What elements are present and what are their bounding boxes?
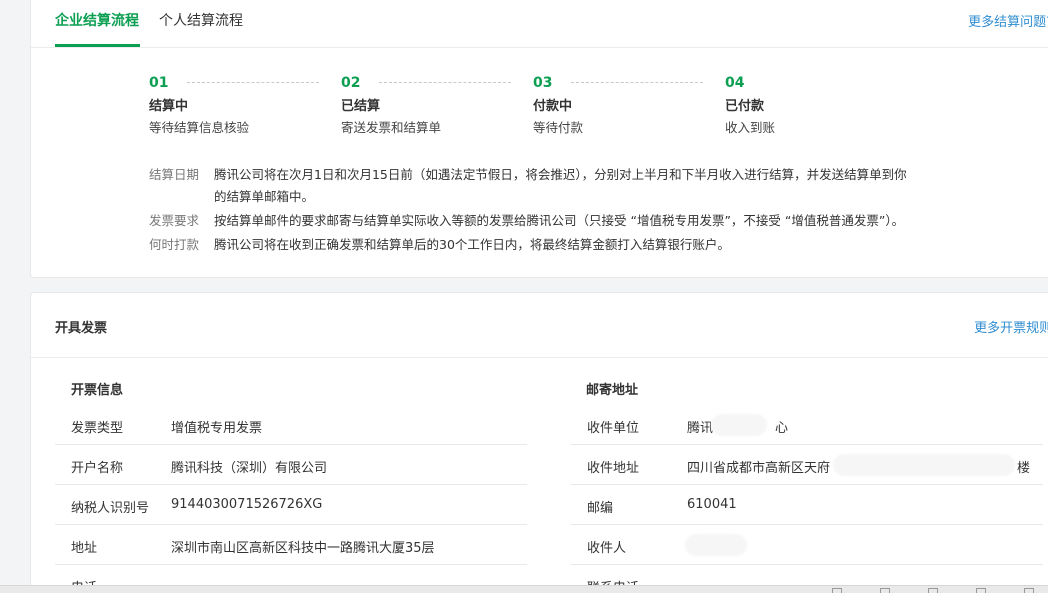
- row-value: 610041: [687, 497, 737, 512]
- step-description: 等待付款: [533, 120, 584, 135]
- table-row: 纳税人识别号 9144030071526726XG: [55, 485, 527, 525]
- step-connector: [571, 82, 703, 83]
- step-title: 付款中: [533, 99, 573, 114]
- table-row: 邮编 610041: [571, 485, 1043, 525]
- table-row: 收件地址 四川省成都市高新区天府 楼: [571, 445, 1043, 485]
- table-row: 收件人: [571, 525, 1043, 565]
- info-text: 腾讯公司将在次月1日和次月15日前（如遇法定节假日，将会推迟），分别对上半月和下…: [214, 167, 907, 182]
- active-tab-indicator: [55, 44, 140, 47]
- toolbar-icon[interactable]: [928, 588, 938, 593]
- row-key: 发票类型: [71, 421, 124, 436]
- toolbar-icon[interactable]: [880, 588, 890, 593]
- step-number: 01: [149, 75, 169, 91]
- step-description: 寄送发票和结算单: [341, 120, 442, 135]
- row-value: 深圳市南山区高新区科技中一路腾讯大厦35层: [171, 541, 435, 556]
- info-label: 何时打款: [149, 237, 200, 252]
- table-row: 地址 深圳市南山区高新区科技中一路腾讯大厦35层: [55, 525, 527, 565]
- section-title: 开具发票: [55, 321, 108, 336]
- row-key: 收件单位: [587, 421, 640, 436]
- table-row: 发票类型 增值税专用发票: [55, 405, 527, 445]
- settlement-tabs: 企业结算流程 个人结算流程 更多结算问题?: [31, 0, 1048, 48]
- more-invoice-rules-link[interactable]: 更多开票规则?: [974, 317, 1048, 336]
- info-label: 发票要求: [149, 213, 200, 228]
- step-title: 已付款: [725, 99, 765, 114]
- row-value: 9144030071526726XG: [171, 497, 323, 512]
- table-row: 收件单位 腾讯 心: [571, 405, 1043, 445]
- tab-personal-settlement[interactable]: 个人结算流程: [159, 8, 243, 34]
- settlement-process-card: 企业结算流程 个人结算流程 更多结算问题? 01 结算中 等待结算信息核验 02…: [30, 0, 1048, 278]
- row-value: 腾讯科技（深圳）有限公司: [171, 461, 328, 476]
- toolbar-icon[interactable]: [832, 588, 842, 593]
- row-value-tail: 心: [775, 421, 789, 436]
- step-title: 结算中: [149, 99, 189, 114]
- step-description: 收入到账: [725, 120, 776, 135]
- info-label: 结算日期: [149, 167, 200, 182]
- redacted-mask: [685, 534, 747, 556]
- table-row: 开户名称 腾讯科技（深圳）有限公司: [55, 445, 527, 485]
- step-description: 等待结算信息核验: [149, 120, 250, 135]
- row-key: 纳税人识别号: [71, 501, 150, 516]
- step-connector: [379, 82, 511, 83]
- invoice-info-title: 开票信息: [71, 383, 124, 398]
- info-text: 腾讯公司将在收到正确发票和结算单后的30个工作日内，将最终结算金额打入结算银行账…: [214, 237, 730, 252]
- redacted-mask: [833, 454, 1015, 476]
- row-value: 增值税专用发票: [171, 421, 263, 436]
- bottom-toolbar-strip: [0, 585, 1048, 593]
- more-settlement-questions-link[interactable]: 更多结算问题?: [968, 11, 1048, 30]
- step-number: 03: [533, 75, 553, 91]
- step-connector: [187, 82, 319, 83]
- divider: [31, 357, 1048, 358]
- info-text: 按结算单邮件的要求邮寄与结算单实际收入等额的发票给腾讯公司（只接受 “增值税专用…: [214, 213, 905, 228]
- toolbar-icon[interactable]: [976, 588, 986, 593]
- toolbar-icon[interactable]: [1024, 588, 1034, 593]
- step-number: 04: [725, 75, 745, 91]
- tab-enterprise-settlement[interactable]: 企业结算流程: [55, 8, 139, 34]
- issue-invoice-card: 开具发票 更多开票规则? 开票信息 邮寄地址 发票类型 增值税专用发票 开户名称…: [30, 292, 1048, 593]
- row-key: 收件地址: [587, 461, 640, 476]
- row-value-tail: 楼: [1017, 461, 1031, 476]
- row-value: 腾讯: [687, 421, 714, 436]
- row-value: 四川省成都市高新区天府: [687, 461, 831, 476]
- row-key: 收件人: [587, 541, 627, 556]
- step-number: 02: [341, 75, 361, 91]
- mailing-address-title: 邮寄地址: [586, 383, 639, 398]
- row-key: 邮编: [587, 501, 614, 516]
- row-key: 地址: [71, 541, 98, 556]
- redacted-mask: [711, 414, 767, 436]
- info-text: 的结算单邮箱中。: [214, 189, 315, 204]
- row-key: 开户名称: [71, 461, 124, 476]
- step-title: 已结算: [341, 99, 381, 114]
